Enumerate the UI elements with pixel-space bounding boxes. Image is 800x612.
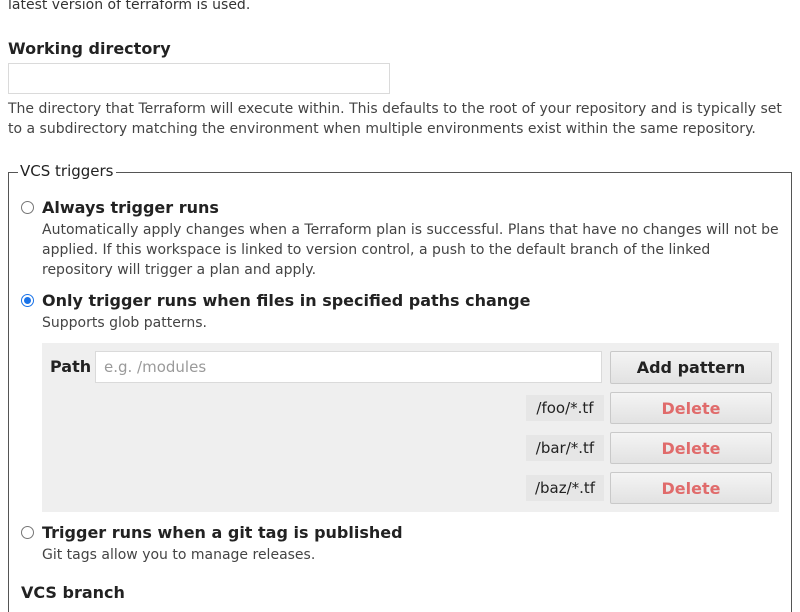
vcs-triggers-legend: VCS triggers <box>18 162 116 180</box>
always-trigger-radio[interactable] <box>21 201 34 214</box>
git-tag-trigger-radio[interactable] <box>21 526 34 539</box>
pattern-baz: /baz/*.tf <box>526 475 604 501</box>
working-directory-help: The directory that Terraform will execut… <box>8 101 782 137</box>
always-trigger-label[interactable]: Always trigger runs <box>42 198 219 217</box>
vcs-branch-label: VCS branch <box>21 583 125 602</box>
always-trigger-description: Automatically apply changes when a Terra… <box>42 222 779 278</box>
working-directory-label: Working directory <box>8 39 171 58</box>
path-trigger-label[interactable]: Only trigger runs when files in specifie… <box>42 291 530 310</box>
path-trigger-description: Supports glob patterns. <box>42 315 207 331</box>
path-trigger-radio[interactable] <box>21 294 34 307</box>
working-directory-input[interactable] <box>8 63 390 94</box>
git-tag-trigger-description: Git tags allow you to manage releases. <box>42 547 316 563</box>
delete-bar-button[interactable]: Delete <box>610 432 772 464</box>
delete-baz-button[interactable]: Delete <box>610 472 772 504</box>
intro-text: latest version of terraform is used. <box>8 0 251 13</box>
delete-foo-button[interactable]: Delete <box>610 392 772 424</box>
path-pattern-input[interactable] <box>95 351 602 383</box>
git-tag-trigger-label[interactable]: Trigger runs when a git tag is published <box>42 523 403 542</box>
path-label: Path <box>50 357 92 376</box>
add-pattern-button[interactable]: Add pattern <box>610 351 772 384</box>
pattern-bar: /bar/*.tf <box>526 435 604 461</box>
pattern-foo: /foo/*.tf <box>526 395 604 421</box>
